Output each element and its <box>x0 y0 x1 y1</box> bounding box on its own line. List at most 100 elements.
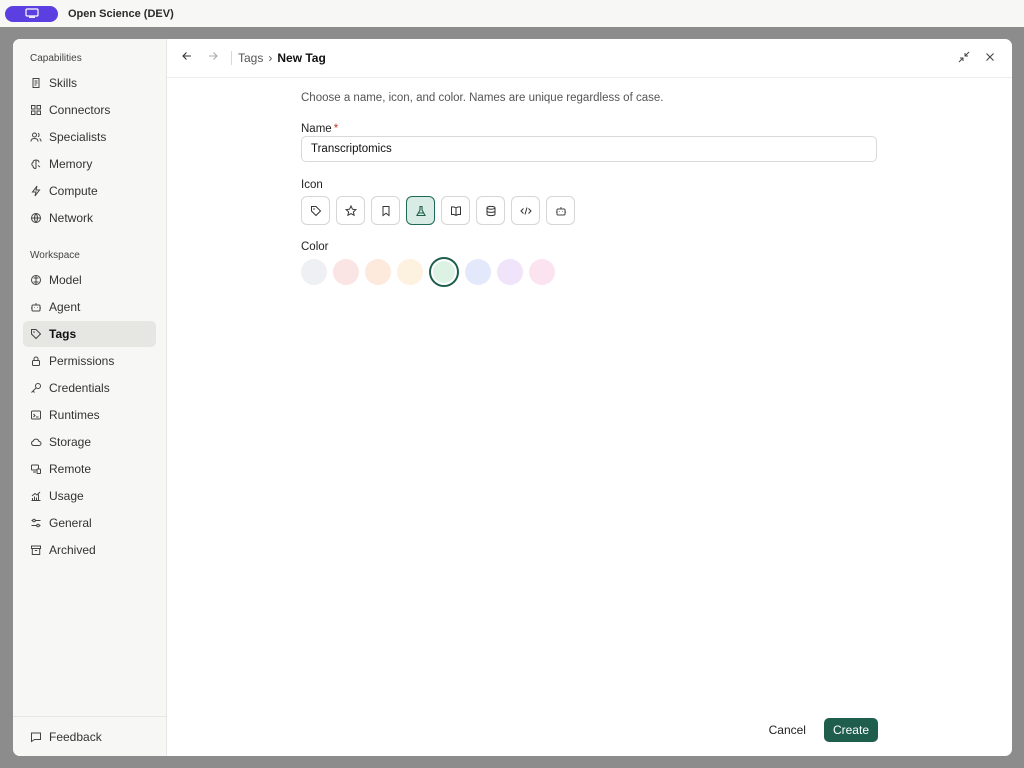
robot-icon <box>555 205 567 217</box>
form-hint: Choose a name, icon, and color. Names ar… <box>301 92 664 104</box>
breadcrumb-current: New Tag <box>277 51 326 65</box>
forward-button[interactable] <box>205 50 221 66</box>
key-icon <box>30 382 42 394</box>
tag-name-input[interactable] <box>301 136 877 162</box>
icon-option-robot[interactable] <box>546 196 575 225</box>
sidebar-item-label: Connectors <box>49 103 111 117</box>
sidebar-item-label: Tags <box>49 327 77 341</box>
arrow-right-icon <box>207 49 219 67</box>
collapse-button[interactable] <box>956 51 972 67</box>
icon-option-book[interactable] <box>441 196 470 225</box>
sidebar-item-runtimes[interactable]: Runtimes <box>23 402 156 428</box>
required-marker: * <box>333 123 339 135</box>
flask-icon <box>415 205 427 217</box>
color-swatch[interactable] <box>429 257 459 287</box>
lightning-icon <box>30 185 42 197</box>
sidebar-item-skills[interactable]: Skills <box>23 70 156 96</box>
archive-icon <box>30 544 42 556</box>
sidebar-item-label: Compute <box>49 184 98 198</box>
sidebar-item-label: General <box>49 516 92 530</box>
new-tag-form: Choose a name, icon, and color. Names ar… <box>301 92 877 287</box>
sidebar-section-capabilities: Capabilities <box>30 53 82 64</box>
name-label: Name * <box>301 123 877 135</box>
feedback-button[interactable]: Feedback <box>23 724 156 750</box>
sidebar-item-remote[interactable]: Remote <box>23 456 156 482</box>
sidebar-item-label: Remote <box>49 462 92 476</box>
color-picker <box>301 257 877 287</box>
star-icon <box>344 204 357 217</box>
sidebar-item-memory[interactable]: Memory <box>23 151 156 177</box>
cancel-button[interactable]: Cancel <box>761 718 814 742</box>
minimize-arrows-icon <box>958 50 970 68</box>
remote-icon <box>30 463 42 475</box>
robot-icon <box>30 301 42 313</box>
breadcrumb-tags[interactable]: Tags <box>238 51 263 65</box>
sidebar-item-permissions[interactable]: Permissions <box>23 348 156 374</box>
globe-icon <box>30 212 42 224</box>
settings-modal: Capabilities Skills Connectors Specialists… <box>13 39 1012 756</box>
sidebar-item-tags[interactable]: Tags <box>23 321 156 347</box>
scroll-icon <box>30 77 42 89</box>
icon-option-code[interactable] <box>511 196 540 225</box>
message-icon <box>30 731 42 743</box>
color-swatch[interactable] <box>333 259 359 285</box>
lock-icon <box>30 355 42 367</box>
sidebar-item-connectors[interactable]: Connectors <box>23 97 156 123</box>
arrow-left-icon <box>181 49 193 67</box>
color-swatch[interactable] <box>529 259 555 285</box>
sidebar-item-label: Storage <box>49 435 92 449</box>
cloud-icon <box>30 436 42 448</box>
sidebar-item-label: Model <box>49 273 82 287</box>
grid-icon <box>30 104 42 116</box>
sidebar-item-archived[interactable]: Archived <box>23 537 156 563</box>
sidebar-item-label: Archived <box>49 543 96 557</box>
header-divider <box>231 51 232 65</box>
code-icon <box>519 205 532 217</box>
sidebar-item-specialists[interactable]: Specialists <box>23 124 156 150</box>
sidebar-item-label: Runtimes <box>49 408 100 422</box>
sidebar-item-label: Skills <box>49 76 78 90</box>
create-button[interactable]: Create <box>823 718 878 742</box>
icon-option-flask[interactable] <box>406 196 435 225</box>
sidebar-item-label: Network <box>49 211 94 225</box>
sidebar-item-network[interactable]: Network <box>23 205 156 231</box>
sidebar-item-compute[interactable]: Compute <box>23 178 156 204</box>
breadcrumb-separator: › <box>268 51 273 65</box>
sliders-icon <box>30 517 42 529</box>
name-label-text: Name <box>301 123 332 135</box>
sidebar-item-storage[interactable]: Storage <box>23 429 156 455</box>
sidebar-item-model[interactable]: Model <box>23 267 156 293</box>
color-swatch[interactable] <box>465 259 491 285</box>
icon-option-database[interactable] <box>476 196 505 225</box>
sidebar-item-label: Permissions <box>49 354 115 368</box>
terminal-icon <box>30 409 42 421</box>
chart-icon <box>30 490 42 502</box>
sidebar-item-label: Usage <box>49 489 84 503</box>
feedback-label: Feedback <box>49 729 102 744</box>
main-content: Tags › New Tag Choose a name, icon, and … <box>167 39 1012 756</box>
sidebar-section-workspace: Workspace <box>30 250 80 261</box>
back-button[interactable] <box>179 50 195 66</box>
model-icon <box>30 274 42 286</box>
color-swatch[interactable] <box>301 259 327 285</box>
color-swatch[interactable] <box>365 259 391 285</box>
icon-option-star[interactable] <box>336 196 365 225</box>
book-icon <box>450 205 462 217</box>
sidebar-item-usage[interactable]: Usage <box>23 483 156 509</box>
icon-option-tag[interactable] <box>301 196 330 225</box>
users-icon <box>30 131 42 143</box>
sidebar-item-general[interactable]: General <box>23 510 156 536</box>
color-swatch[interactable] <box>397 259 423 285</box>
app-badge[interactable] <box>5 5 58 22</box>
app-titlebar: Open Science (DEV) <box>0 0 1024 27</box>
sidebar-footer: Feedback <box>13 716 166 756</box>
icon-option-bookmark[interactable] <box>371 196 400 225</box>
color-swatch[interactable] <box>497 259 523 285</box>
sidebar-item-label: Memory <box>49 157 93 171</box>
sidebar-item-credentials[interactable]: Credentials <box>23 375 156 401</box>
color-label: Color <box>301 241 329 253</box>
sidebar-item-label: Credentials <box>49 381 110 395</box>
sidebar-item-label: Agent <box>49 300 81 314</box>
sidebar-item-agent[interactable]: Agent <box>23 294 156 320</box>
close-button[interactable] <box>982 51 998 67</box>
